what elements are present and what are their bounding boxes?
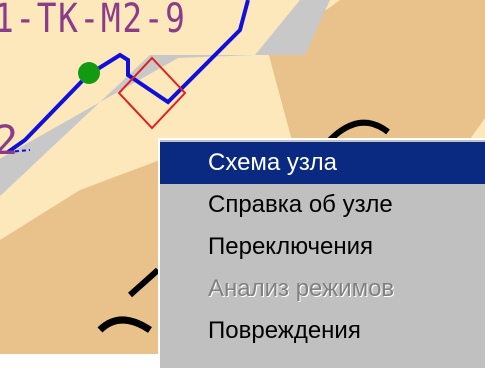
node-marker[interactable] [78, 62, 100, 84]
menu-item-mode-analysis: Анализ режимов [208, 275, 395, 302]
node-label: 1-ТК-М2-9 [0, 0, 187, 42]
menu-item-switching[interactable]: Переключения [160, 226, 485, 268]
context-menu: Схема узла Справка об узле Переключения … [158, 138, 485, 368]
menu-item-node-info[interactable]: Справка об узле [160, 184, 485, 226]
menu-item-node-scheme[interactable]: Схема узла [160, 142, 485, 184]
pipe-label: 2 [0, 118, 19, 164]
menu-item-damages[interactable]: Повреждения [160, 310, 485, 352]
